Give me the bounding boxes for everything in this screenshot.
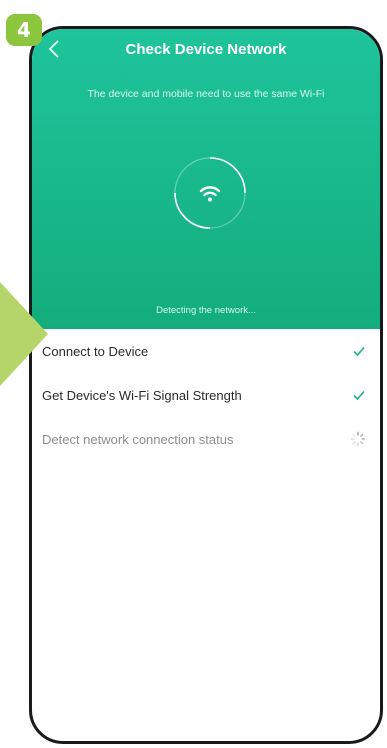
check-steps-list: Connect to Device Get Device's Wi-Fi Sig…	[32, 329, 380, 461]
page-subtitle: The device and mobile need to use the sa…	[87, 88, 325, 100]
header-panel: Check Device Network The device and mobi…	[32, 29, 380, 329]
checkmark-icon	[353, 390, 365, 401]
step-row-connect-device: Connect to Device	[32, 329, 380, 373]
step-number-badge: 4	[6, 14, 42, 46]
step-row-network-status: Detect network connection status	[32, 417, 380, 461]
pointer-arrow	[0, 282, 48, 386]
phone-frame: Check Device Network The device and mobi…	[29, 26, 383, 744]
step-label: Get Device's Wi-Fi Signal Strength	[42, 387, 242, 403]
network-detect-spinner	[169, 152, 251, 234]
wifi-icon	[199, 186, 221, 202]
loading-spinner-icon	[350, 431, 366, 447]
detecting-status-text: Detecting the network...	[156, 305, 256, 316]
step-label: Connect to Device	[42, 343, 149, 359]
page-title: Check Device Network	[125, 41, 287, 58]
checkmark-icon	[353, 346, 365, 357]
step-row-wifi-signal: Get Device's Wi-Fi Signal Strength	[32, 373, 380, 417]
step-label: Detect network connection status	[42, 431, 234, 447]
